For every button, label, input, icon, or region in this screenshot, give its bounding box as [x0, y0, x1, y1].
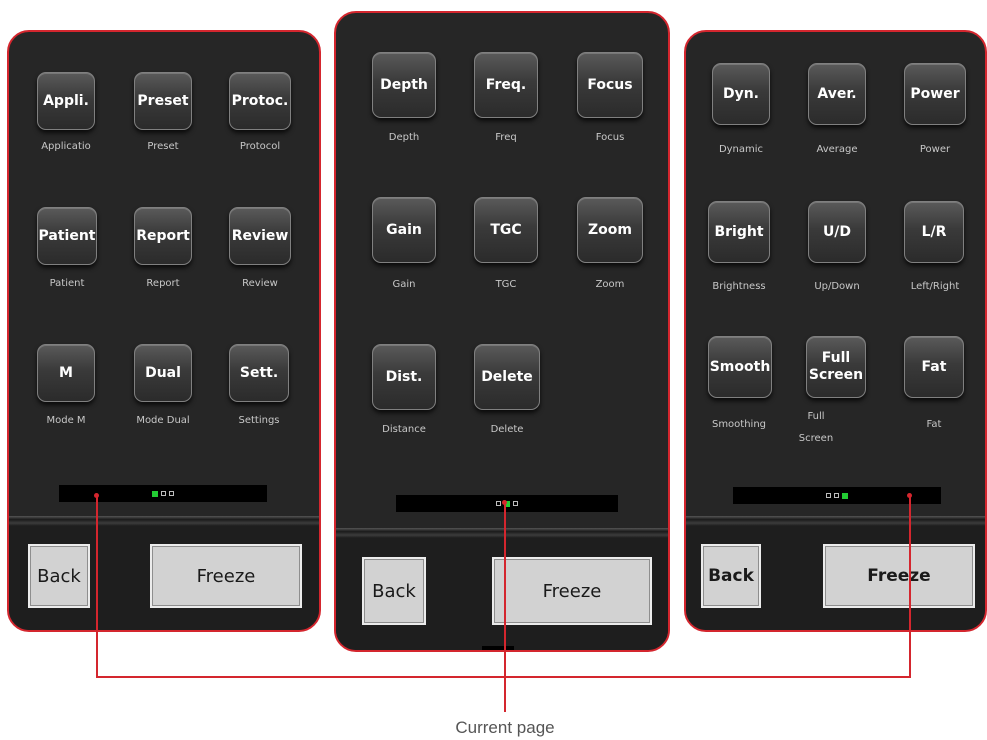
report-button[interactable]: Report	[134, 207, 192, 265]
page-dot-3[interactable]	[513, 501, 518, 506]
footer: Back Freeze	[9, 526, 319, 630]
control-panel-page-1: Appli. Applicatio Preset Preset Protoc. …	[7, 30, 321, 632]
mode-dual-caption: Mode Dual	[136, 415, 190, 426]
callout-line-left-vertical	[96, 495, 98, 678]
footer: Back Freeze	[686, 526, 985, 630]
dynamic-caption: Dynamic	[718, 144, 764, 155]
page-dot-2[interactable]	[161, 491, 166, 496]
smoothing-caption: Smoothing	[711, 419, 767, 430]
freeze-button[interactable]: Freeze	[492, 557, 652, 625]
power-button[interactable]: Power	[904, 63, 966, 125]
mode-m-button[interactable]: M	[37, 344, 95, 402]
page-dot-3[interactable]	[169, 491, 174, 496]
mode-m-caption: Mode M	[46, 415, 86, 426]
application-button[interactable]: Appli.	[37, 72, 95, 130]
up-down-button[interactable]: U/D	[808, 201, 866, 263]
control-panel-page-2: Depth Depth Freq. Freq Focus Focus Gain …	[334, 11, 670, 652]
tgc-caption: TGC	[495, 279, 517, 290]
page-dot-3-active[interactable]	[842, 492, 848, 499]
back-button[interactable]: Back	[701, 544, 761, 608]
callout-line-right-vertical	[909, 495, 911, 678]
back-button[interactable]: Back	[362, 557, 426, 625]
current-page-label: Current page	[455, 718, 555, 737]
footer: Back Freeze	[336, 538, 668, 650]
brightness-button[interactable]: Bright	[708, 201, 770, 263]
distance-caption: Distance	[382, 424, 426, 435]
fat-button[interactable]: Fat	[904, 336, 964, 398]
frequency-button[interactable]: Freq.	[474, 52, 538, 118]
preset-button[interactable]: Preset	[134, 72, 192, 130]
settings-button[interactable]: Sett.	[229, 344, 289, 402]
settings-caption: Settings	[238, 415, 280, 426]
review-button[interactable]: Review	[229, 207, 291, 265]
freeze-button[interactable]: Freeze	[150, 544, 302, 608]
depth-caption: Depth	[388, 132, 420, 143]
review-caption: Review	[242, 278, 278, 289]
page-dot-2[interactable]	[834, 493, 839, 498]
page-dot-1[interactable]	[496, 501, 501, 506]
full-screen-caption: Full Screen	[798, 411, 834, 444]
focus-button[interactable]: Focus	[577, 52, 643, 118]
average-caption: Average	[816, 144, 858, 155]
freeze-button[interactable]: Freeze	[823, 544, 975, 608]
mode-dual-button[interactable]: Dual	[134, 344, 192, 402]
brightness-caption: Brightness	[712, 281, 766, 292]
zoom-caption: Zoom	[595, 279, 625, 290]
dynamic-button[interactable]: Dyn.	[712, 63, 770, 125]
frequency-caption: Freq	[495, 132, 517, 143]
gain-caption: Gain	[392, 279, 416, 290]
application-caption: Applicatio	[41, 141, 91, 152]
average-button[interactable]: Aver.	[808, 63, 866, 125]
power-caption: Power	[919, 144, 951, 155]
preset-caption: Preset	[147, 141, 179, 152]
left-right-caption: Left/Right	[910, 281, 960, 292]
fat-caption: Fat	[926, 419, 942, 430]
page-indicator	[396, 495, 618, 512]
footer-divider	[686, 516, 985, 526]
smoothing-button[interactable]: Smooth	[708, 336, 772, 398]
focus-caption: Focus	[595, 132, 625, 143]
up-down-caption: Up/Down	[814, 281, 860, 292]
protocol-caption: Protocol	[239, 141, 281, 152]
page-dot-1[interactable]	[826, 493, 831, 498]
full-screen-button[interactable]: Full Screen	[806, 336, 866, 398]
control-panel-page-3: Dyn. Dynamic Aver. Average Power Power B…	[684, 30, 987, 632]
distance-button[interactable]: Dist.	[372, 344, 436, 410]
depth-button[interactable]: Depth	[372, 52, 436, 118]
patient-button[interactable]: Patient	[37, 207, 97, 265]
page-dot-1-active[interactable]	[152, 490, 158, 497]
delete-caption: Delete	[490, 424, 524, 435]
bottom-tab	[482, 646, 514, 650]
page-indicator	[59, 485, 267, 502]
back-button[interactable]: Back	[28, 544, 90, 608]
callout-line-center-vertical	[504, 502, 506, 712]
zoom-button[interactable]: Zoom	[577, 197, 643, 263]
delete-button[interactable]: Delete	[474, 344, 540, 410]
patient-caption: Patient	[49, 278, 85, 289]
gain-button[interactable]: Gain	[372, 197, 436, 263]
tgc-button[interactable]: TGC	[474, 197, 538, 263]
left-right-button[interactable]: L/R	[904, 201, 964, 263]
footer-divider	[336, 528, 668, 538]
footer-divider	[9, 516, 319, 526]
protocol-button[interactable]: Protoc.	[229, 72, 291, 130]
report-caption: Report	[146, 278, 180, 289]
